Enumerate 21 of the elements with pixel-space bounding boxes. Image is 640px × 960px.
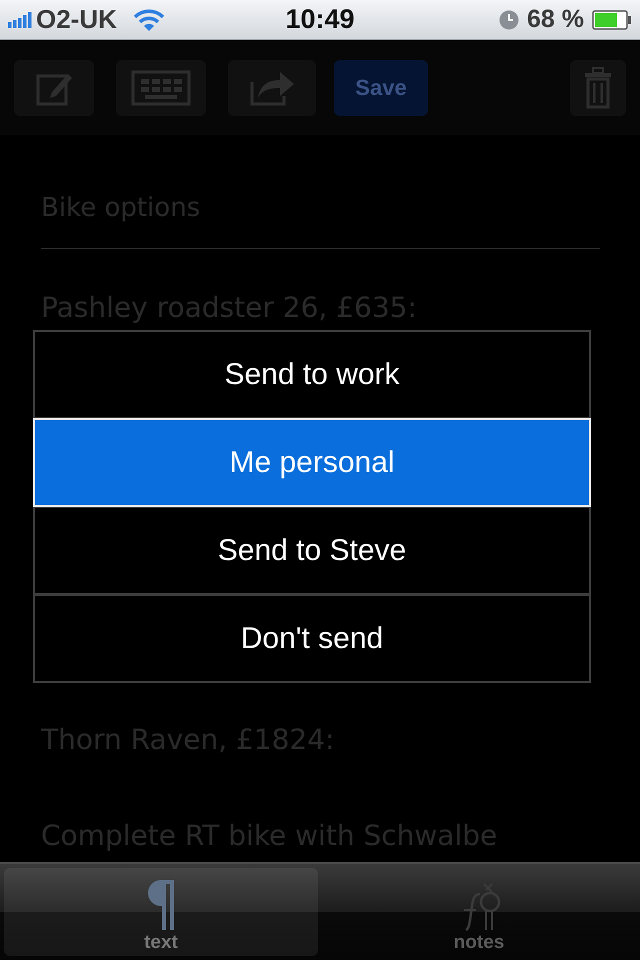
share-button[interactable]	[228, 60, 316, 116]
menu-option[interactable]: Don't send	[33, 594, 591, 683]
clock-icon	[499, 10, 520, 30]
wifi-icon	[132, 8, 165, 30]
tab-label: text	[144, 932, 178, 954]
keyboard-button[interactable]	[116, 60, 206, 116]
tab-label: notes	[454, 932, 504, 954]
signal-icon	[8, 12, 32, 28]
keyboard-icon	[131, 70, 191, 106]
tab[interactable]: text	[4, 868, 318, 956]
tab[interactable]: notes	[322, 868, 636, 956]
trash-icon	[583, 66, 613, 108]
delete-button[interactable]	[570, 60, 626, 116]
battery-percent: 68 %	[527, 5, 584, 34]
menu-option[interactable]: Send to work	[33, 330, 591, 419]
menu-option[interactable]: Me personal	[33, 418, 591, 507]
compose-button[interactable]	[14, 60, 94, 116]
carrier-name: O2-UK	[36, 4, 117, 35]
menu-option[interactable]: Send to Steve	[33, 506, 591, 595]
status-time: 10:49	[284, 4, 356, 35]
battery-icon	[592, 10, 632, 30]
